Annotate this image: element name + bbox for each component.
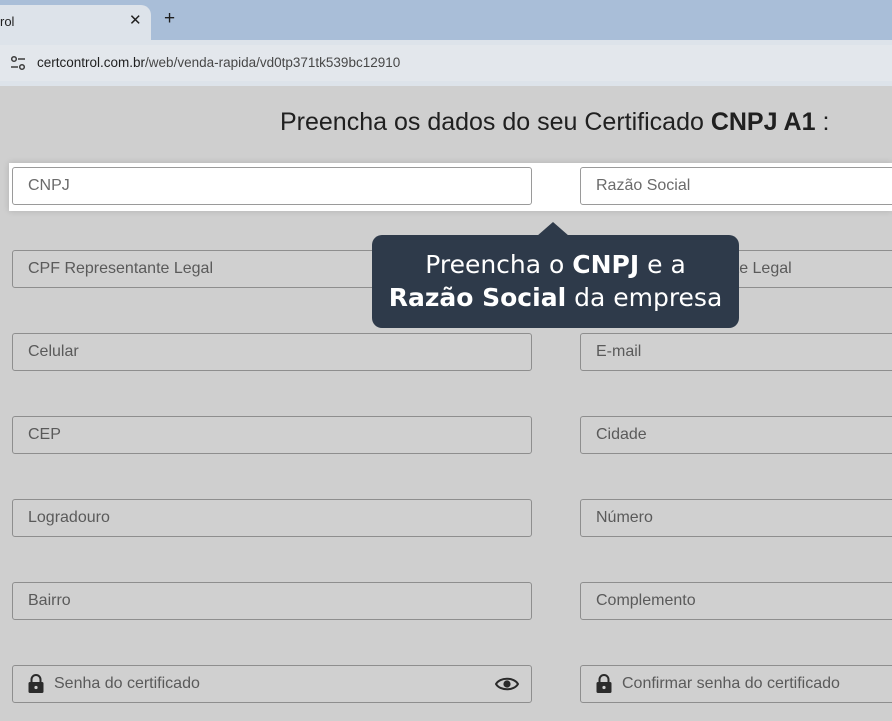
logradouro-input[interactable] (13, 500, 531, 536)
complemento-field[interactable] (580, 582, 892, 620)
tooltip-bold-text: CNPJ (572, 250, 640, 279)
cep-input[interactable] (13, 417, 531, 453)
tooltip-text: Preencha o (425, 250, 573, 279)
razao-social-field[interactable] (580, 167, 892, 205)
browser-tab-bar: rol ✕ + (0, 0, 892, 40)
cidade-field[interactable] (580, 416, 892, 454)
url-domain: certcontrol.com.br (37, 55, 146, 70)
site-settings-icon[interactable] (9, 54, 27, 72)
complemento-input[interactable] (581, 583, 892, 619)
cnpj-input[interactable] (13, 168, 531, 204)
confirmar-senha-field[interactable] (580, 665, 892, 703)
celular-input[interactable] (13, 334, 531, 370)
address-bar[interactable]: certcontrol.com.br/web/venda-rapida/vd0t… (0, 45, 892, 81)
url-text[interactable]: certcontrol.com.br/web/venda-rapida/vd0t… (37, 55, 400, 70)
email-field[interactable] (580, 333, 892, 371)
page-content: Preencha os dados do seu Certificado CNP… (0, 86, 892, 721)
cep-field[interactable] (12, 416, 532, 454)
cnpj-field[interactable] (12, 167, 532, 205)
razao-social-input[interactable] (581, 168, 892, 204)
heading-suffix: : (815, 108, 830, 136)
plus-icon[interactable]: + (164, 6, 175, 32)
tutorial-tooltip: Preencha o CNPJ e a Razão Social da empr… (372, 235, 739, 328)
tooltip-line-2: Razão Social da empresa (372, 281, 739, 314)
page-title: Preencha os dados do seu Certificado CNP… (280, 108, 829, 137)
email-input[interactable] (581, 334, 892, 370)
tooltip-line-1: Preencha o CNPJ e a (372, 248, 739, 281)
tooltip-arrow (537, 222, 569, 236)
eye-icon[interactable] (495, 675, 519, 693)
close-icon[interactable]: ✕ (129, 11, 142, 29)
url-path: /web/venda-rapida/vd0tp371tk539bc12910 (145, 55, 401, 70)
bairro-field[interactable] (12, 582, 532, 620)
bairro-input[interactable] (13, 583, 531, 619)
browser-tab[interactable]: rol ✕ (0, 5, 151, 40)
tab-title: rol (0, 14, 15, 29)
cidade-input[interactable] (581, 417, 892, 453)
tooltip-bold-text: Razão Social (388, 283, 567, 312)
confirmar-senha-input[interactable] (581, 666, 892, 702)
heading-text: Preencha os dados do seu Certificado (280, 108, 711, 136)
celular-field[interactable] (12, 333, 532, 371)
numero-input[interactable] (581, 500, 892, 536)
browser-toolbar: certcontrol.com.br/web/venda-rapida/vd0t… (0, 40, 892, 86)
heading-bold-text: CNPJ A1 (710, 108, 816, 136)
tooltip-text: da empresa (566, 283, 723, 312)
senha-input[interactable] (13, 666, 531, 702)
tooltip-text: e a (639, 250, 686, 279)
senha-field[interactable] (12, 665, 532, 703)
numero-field[interactable] (580, 499, 892, 537)
logradouro-field[interactable] (12, 499, 532, 537)
